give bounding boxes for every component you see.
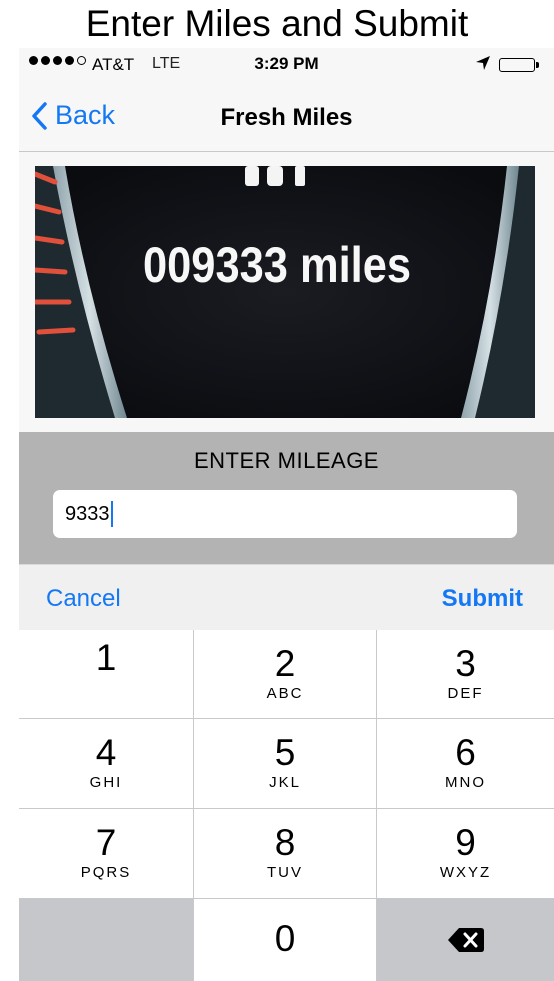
cancel-button[interactable]: Cancel	[46, 585, 121, 613]
key-0[interactable]: 0	[194, 899, 376, 981]
key-3[interactable]: 3 DEF	[377, 630, 554, 718]
mileage-entry-panel: ENTER MILEAGE 9333	[19, 432, 554, 564]
key-6[interactable]: 6 MNO	[377, 719, 554, 808]
status-time: 3:29 PM	[254, 54, 319, 73]
navigation-bar: Back Fresh Miles	[19, 82, 554, 152]
phone-screen: AT&T LTE 3:29 PM Back Fresh Miles 009333…	[19, 48, 554, 981]
key-2[interactable]: 2 ABC	[194, 630, 376, 718]
text-caret	[110, 501, 113, 527]
location-arrow-icon	[475, 55, 491, 76]
keyboard-toolbar: Cancel Submit	[19, 564, 554, 630]
backspace-icon	[447, 928, 484, 952]
numeric-keypad: 1 2 ABC 3 DEF 4 GHI 5 JKL 6 MNO 7 PQRS 8…	[19, 630, 554, 981]
key-1[interactable]: 1	[19, 630, 193, 718]
odometer-readout: 009333 miles	[143, 237, 411, 293]
screenshot-caption: Enter Miles and Submit	[85, 3, 469, 44]
mileage-input-value: 9333	[65, 502, 110, 525]
mileage-input[interactable]: 9333	[53, 490, 517, 538]
key-blank	[19, 899, 193, 981]
key-9[interactable]: 9 WXYZ	[377, 809, 554, 898]
key-5[interactable]: 5 JKL	[194, 719, 376, 808]
entry-mileage-label: ENTER MILEAGE	[194, 448, 379, 473]
delete-key[interactable]	[377, 899, 554, 981]
page-title: Fresh Miles	[220, 104, 353, 131]
key-7[interactable]: 7 PQRS	[19, 809, 193, 898]
key-4[interactable]: 4 GHI	[19, 719, 193, 808]
submit-button[interactable]: Submit	[442, 585, 523, 613]
battery-icon	[499, 58, 539, 72]
key-8[interactable]: 8 TUV	[194, 809, 376, 898]
status-bar: AT&T LTE 3:29 PM	[19, 48, 554, 82]
odometer-photo: 009333 miles	[35, 166, 535, 418]
